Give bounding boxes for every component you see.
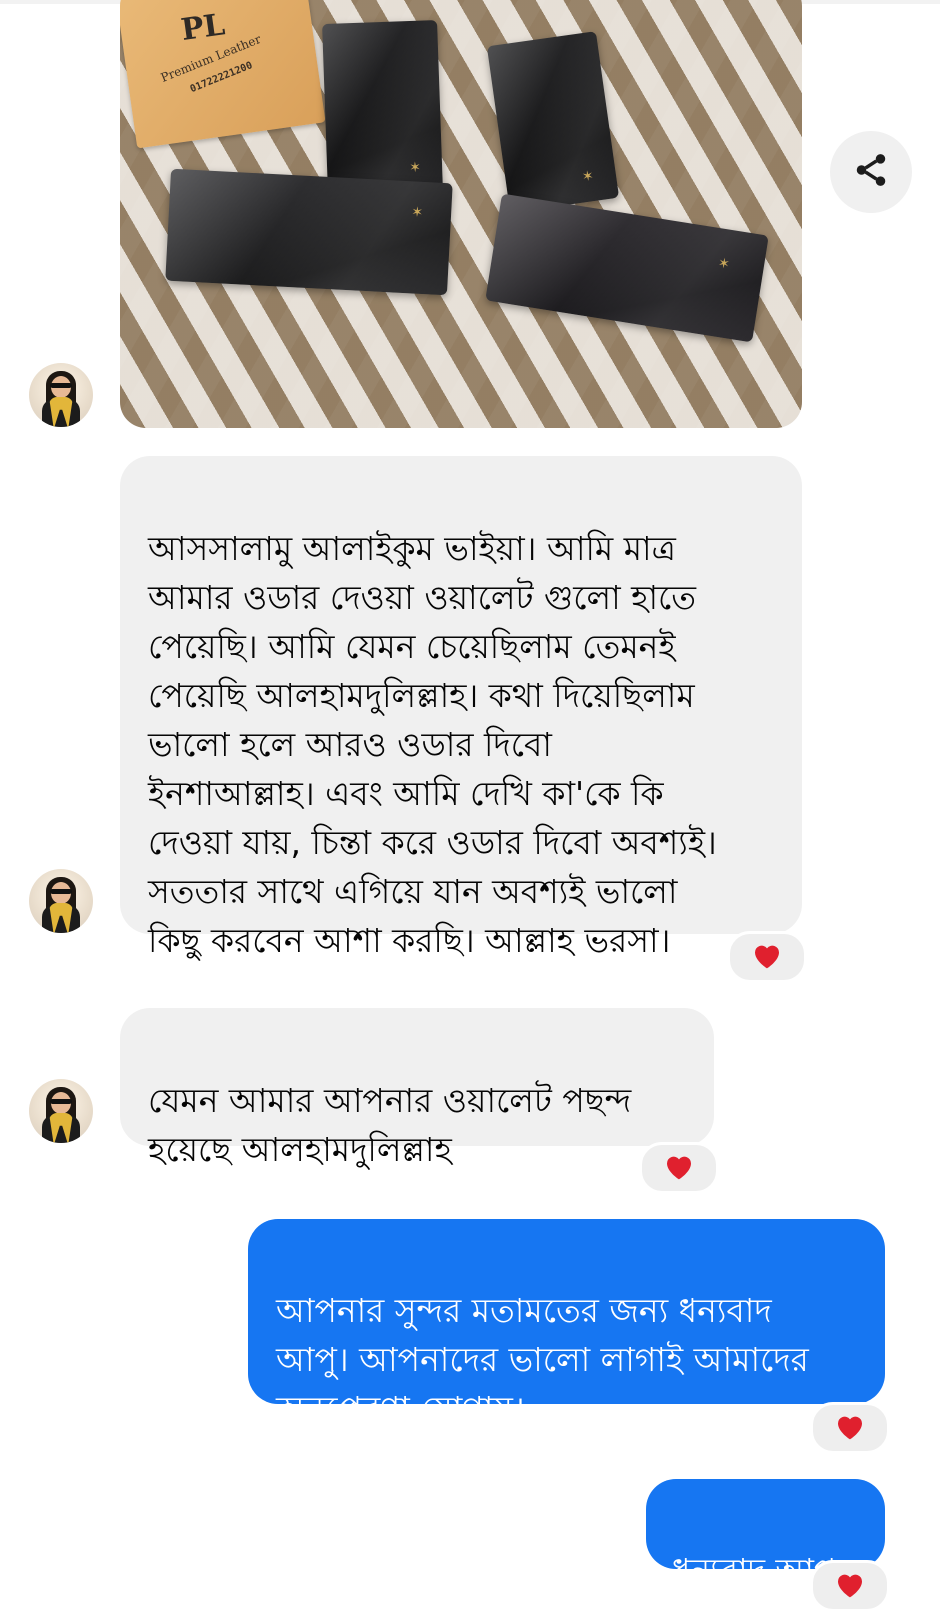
message-reaction[interactable] (639, 1142, 719, 1194)
sender-avatar[interactable] (29, 363, 93, 427)
message-reaction[interactable] (810, 1560, 890, 1612)
outgoing-message[interactable]: ধন্যবাদ আপু (646, 1479, 885, 1590)
share-button[interactable] (830, 131, 912, 213)
incoming-message[interactable]: আসসালামু আলাইকুম ভাইয়া। আমি মাত্র আমার … (120, 456, 802, 960)
heart-reaction-icon (834, 1411, 866, 1445)
message-text: আসসালামু আলাইকুম ভাইয়া। আমি মাত্র আমার … (148, 529, 717, 960)
message-reaction[interactable] (810, 1402, 890, 1454)
wallet-4: ✶ (485, 193, 769, 343)
message-reaction[interactable] (727, 931, 807, 983)
share-icon (852, 151, 890, 193)
outgoing-message[interactable]: আপনার সুন্দর মতামতের জন্য ধন্যবাদ আপু। আ… (248, 1219, 885, 1428)
brand-tag: PL Premium Leather 01722221200 (120, 0, 326, 149)
wallet-1: ✶ (322, 20, 443, 194)
heart-reaction-icon (834, 1569, 866, 1603)
heart-reaction-icon (663, 1151, 695, 1185)
sender-avatar[interactable] (29, 869, 93, 933)
wallet-2: ✶ (486, 31, 620, 213)
sender-avatar[interactable] (29, 1079, 93, 1143)
heart-reaction-icon (751, 940, 783, 974)
message-text: যেমন আমার আপনার ওয়ালেট পছন্দ হয়েছে আলহ… (148, 1081, 632, 1169)
incoming-message[interactable]: যেমন আমার আপনার ওয়ালেট পছন্দ হয়েছে আলহ… (120, 1008, 714, 1169)
product-photo-message[interactable]: PL Premium Leather 01722221200 ✶ ✶ ✶ ✶ (120, 0, 802, 428)
brand-logo-text: PL (178, 7, 228, 49)
wallet-3: ✶ (165, 168, 453, 296)
message-text: আপনার সুন্দর মতামতের জন্য ধন্যবাদ আপু। আ… (276, 1291, 809, 1428)
